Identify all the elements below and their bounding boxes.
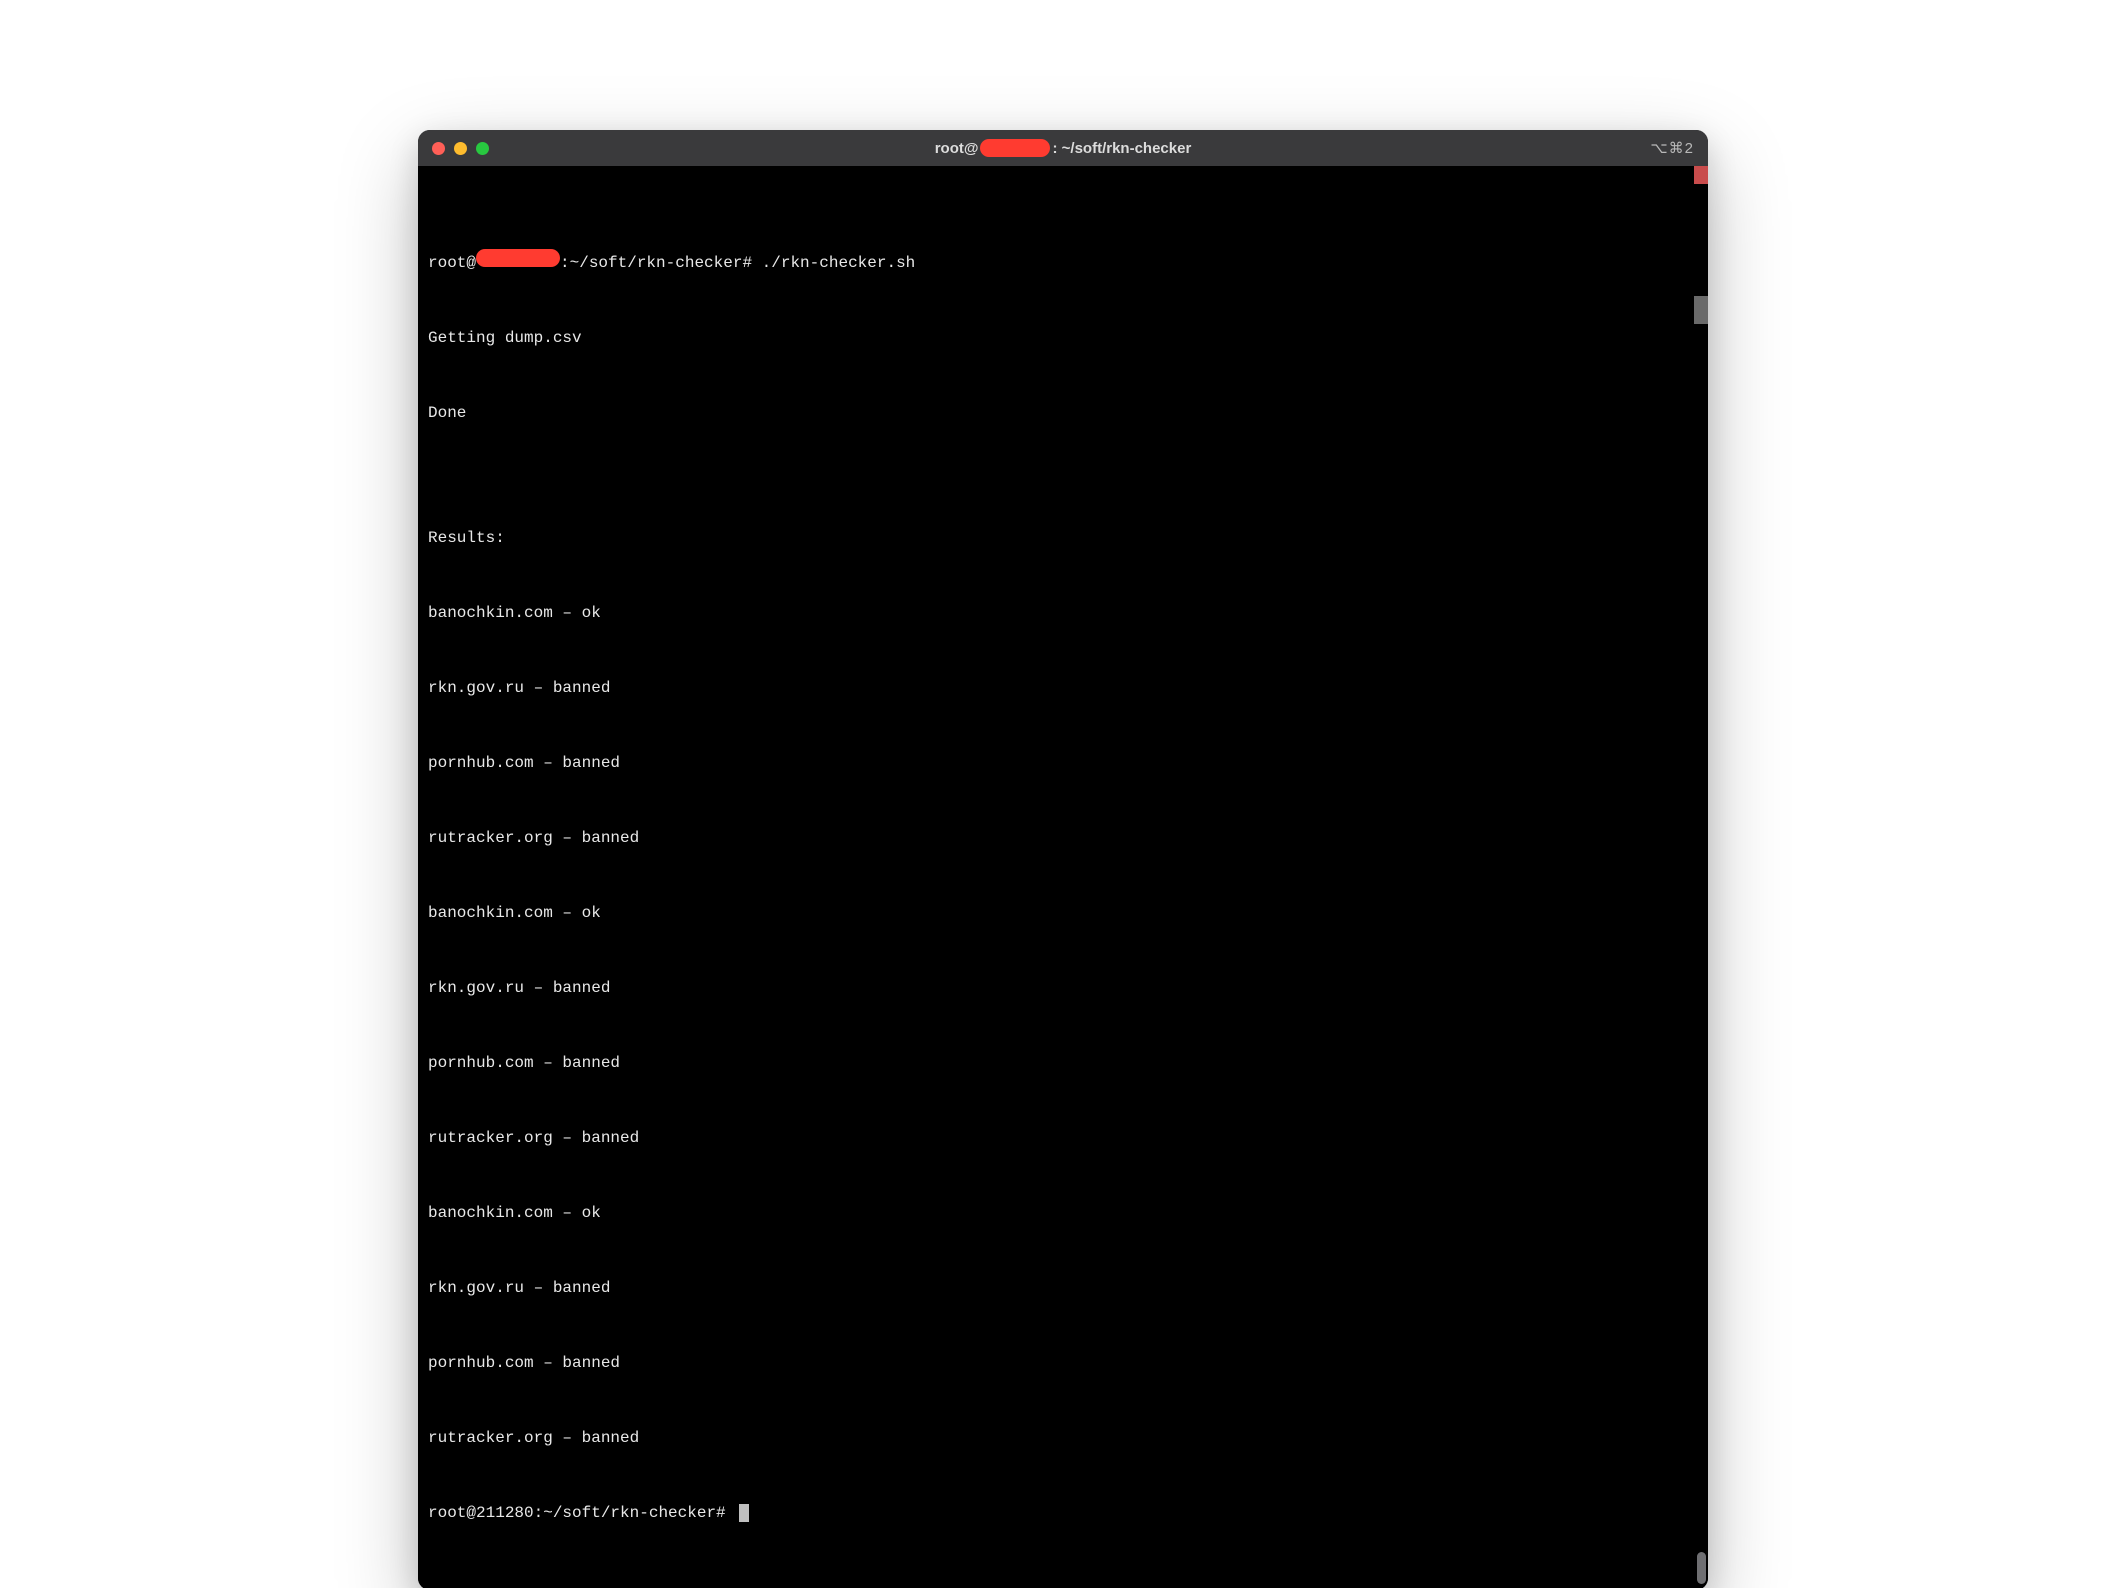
window-title: root@ : ~/soft/rkn-checker: [418, 139, 1708, 157]
output-line: banochkin.com – ok: [428, 601, 1698, 626]
scrollbar-marker: [1694, 296, 1708, 324]
output-line: pornhub.com – banned: [428, 1351, 1698, 1376]
prompt-line: root@ :~/soft/rkn-checker# ./rkn-checker.…: [428, 249, 1698, 276]
terminal-window: root@ : ~/soft/rkn-checker ⌥⌘2 root@ :~/s…: [418, 130, 1708, 1588]
output-line: rkn.gov.ru – banned: [428, 976, 1698, 1001]
window-controls: [432, 142, 489, 155]
maximize-icon[interactable]: [476, 142, 489, 155]
output-line: rutracker.org – banned: [428, 1426, 1698, 1451]
redacted-hostname: [980, 139, 1050, 157]
redacted-hostname: [476, 249, 560, 267]
prompt-line: root@211280:~/soft/rkn-checker#: [428, 1501, 1698, 1526]
title-prefix: root@: [935, 140, 979, 157]
output-line: Getting dump.csv: [428, 326, 1698, 351]
scrollbar-track[interactable]: [1694, 166, 1708, 1588]
scrollbar-marker: [1694, 166, 1708, 184]
terminal-output[interactable]: root@ :~/soft/rkn-checker# ./rkn-checker.…: [418, 166, 1708, 1588]
output-line: rkn.gov.ru – banned: [428, 1276, 1698, 1301]
prompt-suffix: :~/soft/rkn-checker# ./rkn-checker.sh: [560, 254, 915, 272]
output-line: Results:: [428, 526, 1698, 551]
output-line: pornhub.com – banned: [428, 751, 1698, 776]
output-line: rutracker.org – banned: [428, 1126, 1698, 1151]
shortcut-hint: ⌥⌘2: [1650, 139, 1694, 157]
titlebar[interactable]: root@ : ~/soft/rkn-checker ⌥⌘2: [418, 130, 1708, 166]
prompt-text: root@211280:~/soft/rkn-checker#: [428, 1504, 735, 1522]
title-suffix: : ~/soft/rkn-checker: [1052, 140, 1191, 157]
output-line: rkn.gov.ru – banned: [428, 676, 1698, 701]
minimize-icon[interactable]: [454, 142, 467, 155]
output-line: banochkin.com – ok: [428, 1201, 1698, 1226]
close-icon[interactable]: [432, 142, 445, 155]
prompt-prefix: root@: [428, 254, 476, 272]
scrollbar-thumb[interactable]: [1697, 1552, 1706, 1584]
cursor-icon: [739, 1504, 749, 1522]
output-line: Done: [428, 401, 1698, 426]
output-line: pornhub.com – banned: [428, 1051, 1698, 1076]
output-line: banochkin.com – ok: [428, 901, 1698, 926]
output-line: rutracker.org – banned: [428, 826, 1698, 851]
